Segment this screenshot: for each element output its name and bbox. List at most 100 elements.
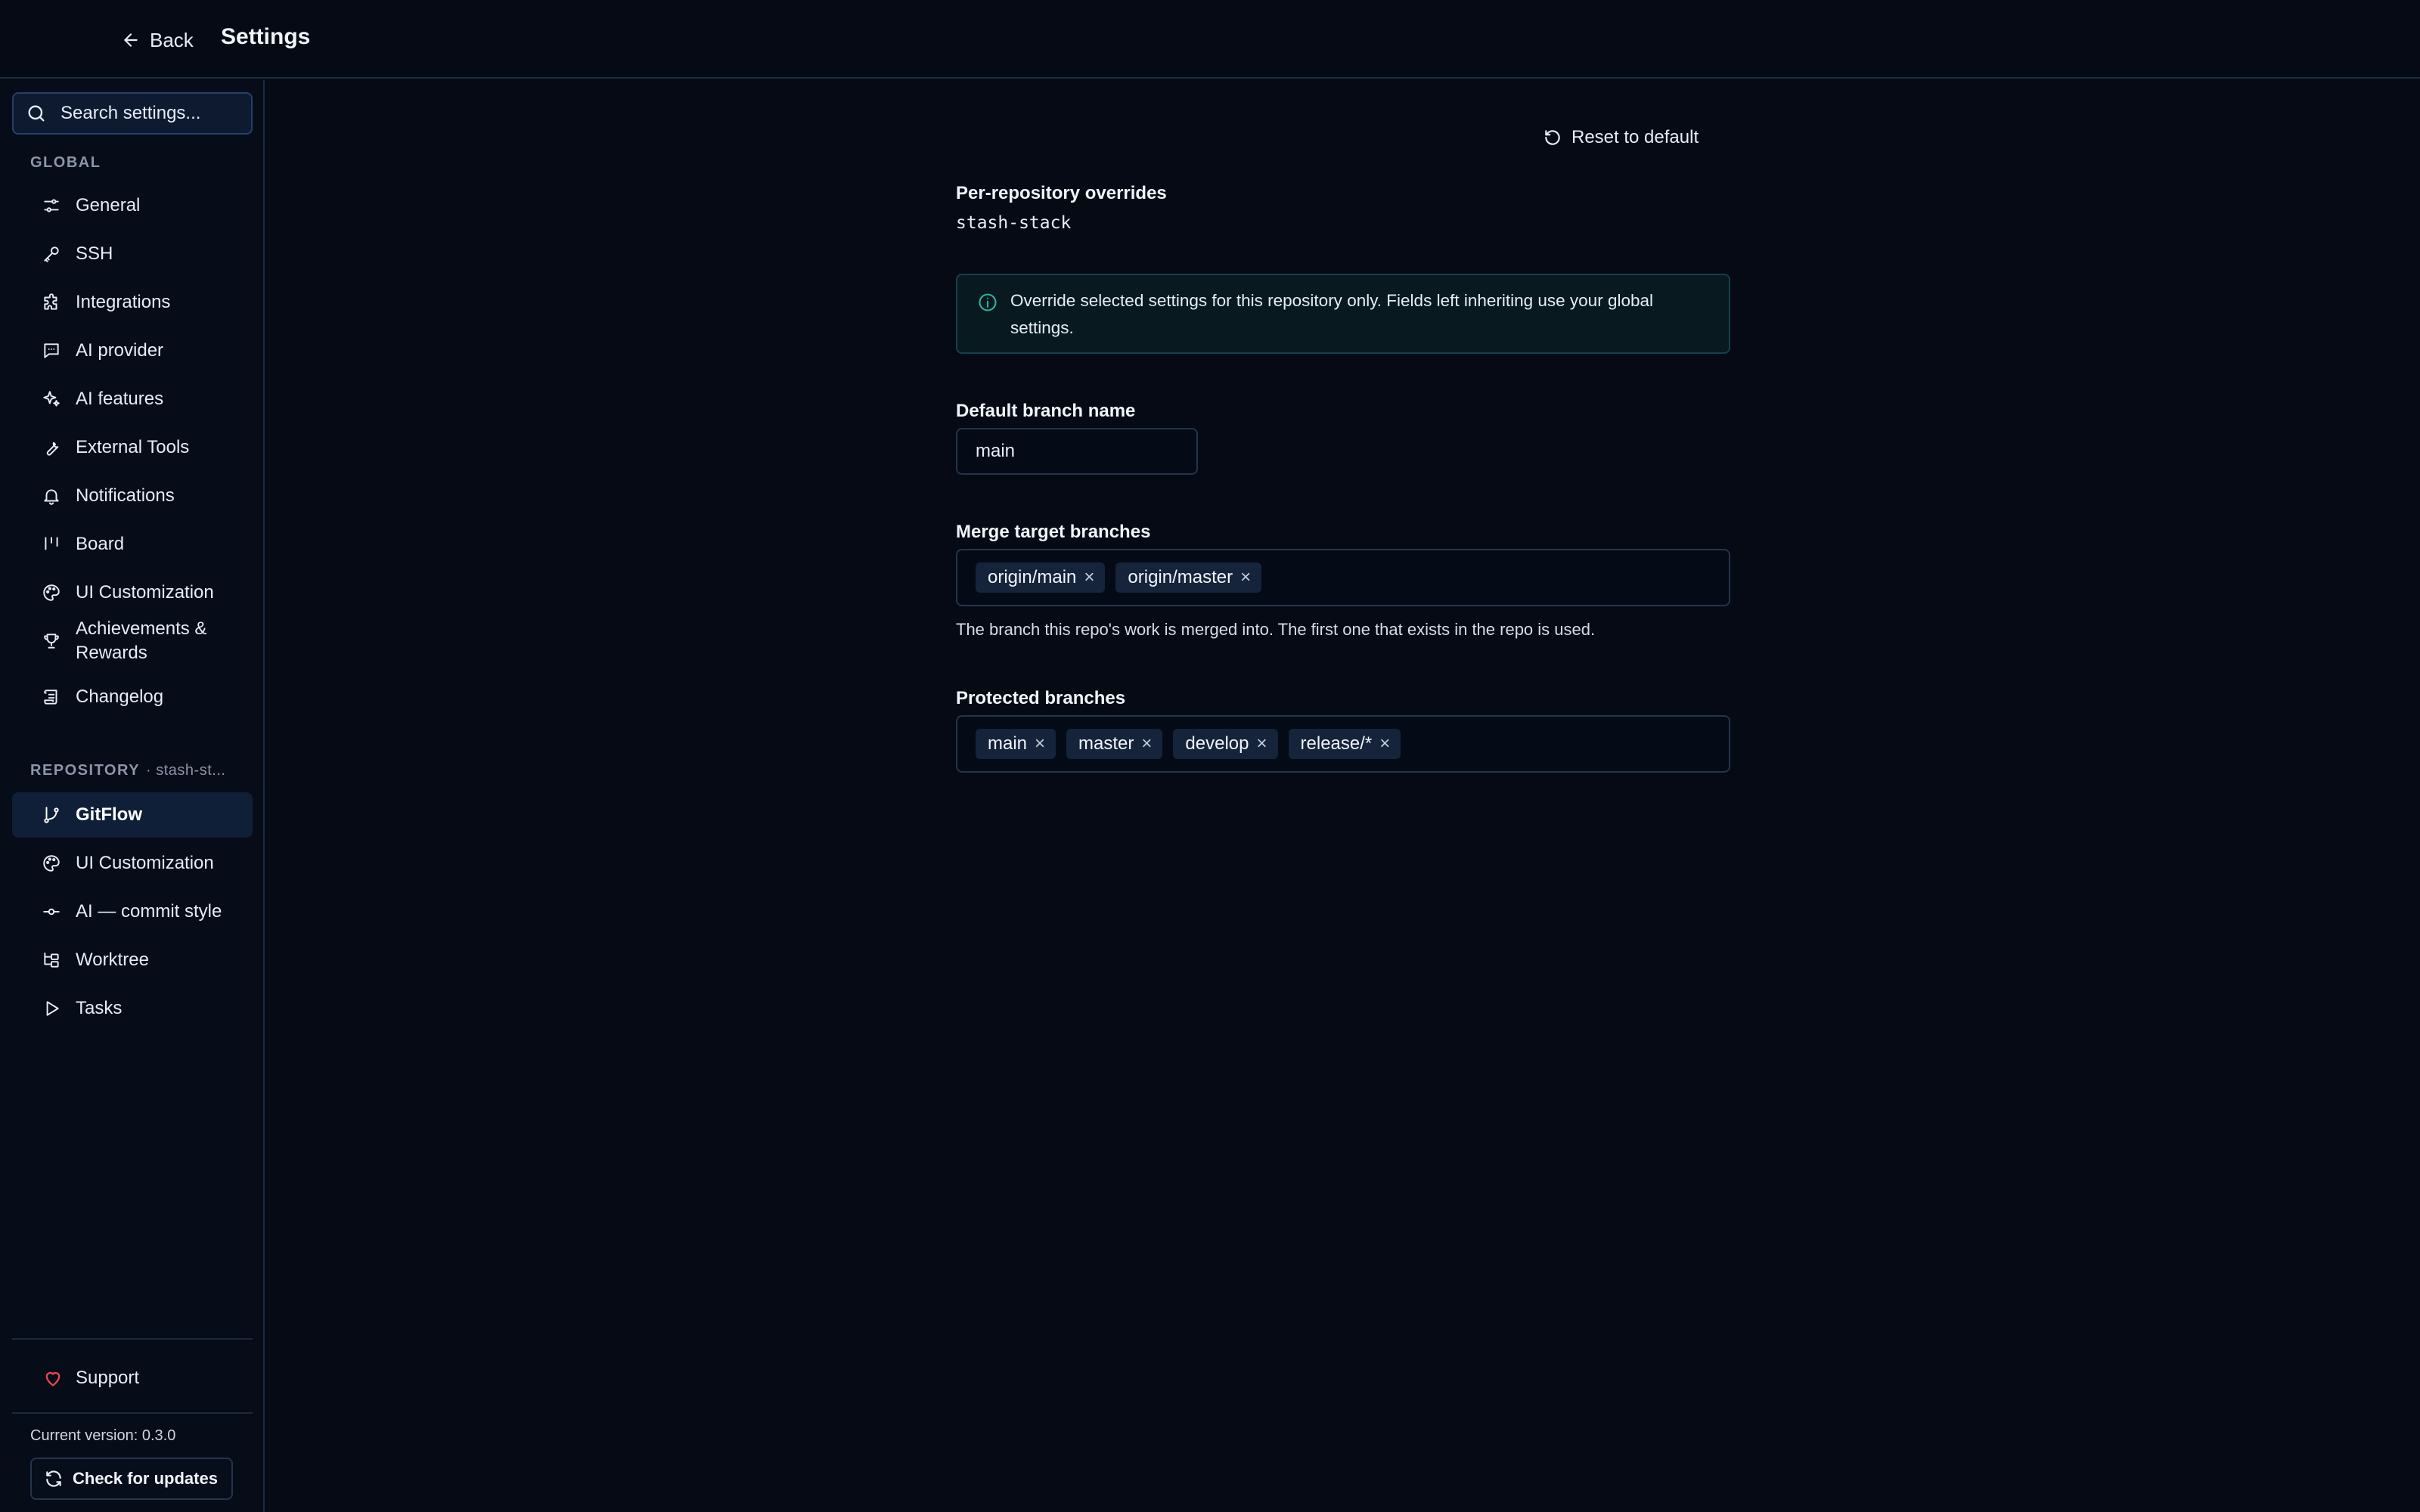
version-text: Current version: 0.3.0 xyxy=(30,1427,176,1444)
repository-name-truncated: · stash-st... xyxy=(146,762,226,779)
global-section-label: GLOBAL xyxy=(30,154,101,171)
info-callout: Override selected settings for this repo… xyxy=(956,274,1730,354)
chat-bubble-icon xyxy=(41,340,62,361)
sidebar-item-label: GitFlow xyxy=(76,804,142,825)
git-branch-icon xyxy=(41,804,62,826)
sidebar-item-ssh[interactable]: SSH xyxy=(12,231,253,277)
top-bar: Back Settings xyxy=(0,0,2420,79)
remove-tag-icon[interactable]: × xyxy=(1257,735,1267,753)
settings-app: Back Settings GLOBAL General SSH Integra… xyxy=(0,0,2420,1512)
sidebar-item-label: Achievements & Rewards xyxy=(76,618,207,663)
sidebar-divider xyxy=(12,1412,253,1414)
merge-targets-help: The branch this repo's work is merged in… xyxy=(956,620,1596,639)
check-updates-label: Check for updates xyxy=(73,1469,218,1488)
sidebar-item-label: Worktree xyxy=(76,950,149,970)
sidebar-item-label: Changelog xyxy=(76,686,164,707)
puzzle-icon xyxy=(41,292,62,313)
sidebar-item-label: UI Customization xyxy=(76,853,214,873)
sidebar-item-achievements[interactable]: Achievements & Rewards xyxy=(12,611,253,671)
tag-label: main xyxy=(988,733,1028,754)
board-columns-icon xyxy=(41,534,62,555)
check-updates-button[interactable]: Check for updates xyxy=(30,1458,233,1500)
sliders-icon xyxy=(41,195,62,216)
support-label: Support xyxy=(76,1368,140,1388)
folder-tree-icon xyxy=(41,950,62,971)
sidebar-item-label: Notifications xyxy=(76,485,175,506)
sidebar-item-changelog[interactable]: Changelog xyxy=(12,674,253,720)
search-icon xyxy=(28,105,45,122)
tag-chip: master × xyxy=(1066,729,1163,759)
sidebar-item-label: Tasks xyxy=(76,998,123,1018)
remove-tag-icon[interactable]: × xyxy=(1240,569,1251,587)
sidebar-item-tasks[interactable]: Tasks xyxy=(12,986,253,1031)
arrow-left-icon xyxy=(124,33,138,47)
scroll-icon xyxy=(41,686,62,708)
sidebar-item-label: Board xyxy=(76,534,125,554)
back-label: Back xyxy=(150,28,194,51)
sidebar-divider xyxy=(12,1338,253,1340)
tag-label: release/* xyxy=(1300,733,1373,754)
merge-targets-tag-input[interactable]: origin/main × origin/master × xyxy=(956,549,1730,606)
sidebar-item-label: AI provider xyxy=(76,340,164,361)
remove-tag-icon[interactable]: × xyxy=(1141,735,1152,753)
remove-tag-icon[interactable]: × xyxy=(1379,735,1390,753)
protected-branches-tag-input[interactable]: main × master × develop × release/* × xyxy=(956,715,1730,773)
sidebar-item-label: AI — commit style xyxy=(76,901,222,922)
play-icon xyxy=(41,998,62,1019)
wrench-icon xyxy=(41,437,62,458)
default-branch-label: Default branch name xyxy=(956,401,1136,421)
protected-branches-label: Protected branches xyxy=(956,688,1126,708)
sidebar-item-label: External Tools xyxy=(76,437,190,457)
sidebar-item-general[interactable]: General xyxy=(12,183,253,228)
settings-sidebar: GLOBAL General SSH Integrations AI provi… xyxy=(0,80,265,1512)
sidebar-item-label: General xyxy=(76,195,141,215)
sidebar-item-label: SSH xyxy=(76,243,113,264)
sidebar-item-notifications[interactable]: Notifications xyxy=(12,473,253,519)
sidebar-item-ai-features[interactable]: AI features xyxy=(12,376,253,422)
sidebar-item-label: UI Customization xyxy=(76,582,214,603)
info-icon xyxy=(979,293,997,311)
sparkles-icon xyxy=(41,389,62,410)
palette-icon xyxy=(41,582,62,603)
search-box xyxy=(12,92,253,135)
sidebar-item-integrations[interactable]: Integrations xyxy=(12,280,253,325)
search-input[interactable] xyxy=(60,94,242,133)
heart-icon xyxy=(45,1371,60,1387)
support-button[interactable]: Support xyxy=(12,1355,253,1402)
remove-tag-icon[interactable]: × xyxy=(1035,735,1045,753)
info-text: Override selected settings for this repo… xyxy=(1010,291,1653,337)
sidebar-item-ui-customization[interactable]: UI Customization xyxy=(12,570,253,615)
tag-label: origin/main xyxy=(988,567,1077,587)
sidebar-item-ai-commit-style[interactable]: AI — commit style xyxy=(12,889,253,934)
merge-targets-label: Merge target branches xyxy=(956,522,1151,542)
refresh-icon xyxy=(46,1470,61,1487)
tag-label: origin/master xyxy=(1128,567,1233,587)
sidebar-item-ai-provider[interactable]: AI provider xyxy=(12,328,253,373)
git-commit-icon xyxy=(41,901,62,922)
remove-tag-icon[interactable]: × xyxy=(1084,569,1094,587)
key-icon xyxy=(41,243,62,265)
tag-chip: main × xyxy=(976,729,1056,759)
tag-label: develop xyxy=(1185,733,1249,754)
reset-label: Reset to default xyxy=(1571,127,1699,147)
sidebar-item-label: Integrations xyxy=(76,292,171,312)
palette-icon xyxy=(41,853,62,874)
reset-icon xyxy=(1545,130,1560,145)
back-button[interactable]: Back xyxy=(121,26,194,54)
sidebar-item-gitflow[interactable]: GitFlow xyxy=(12,792,253,838)
bell-icon xyxy=(41,485,62,507)
tag-chip: develop × xyxy=(1173,729,1278,759)
tag-chip: release/* × xyxy=(1288,729,1401,759)
sidebar-item-repo-ui-customization[interactable]: UI Customization xyxy=(12,841,253,886)
sidebar-item-external-tools[interactable]: External Tools xyxy=(12,425,253,470)
sidebar-item-worktree[interactable]: Worktree xyxy=(12,937,253,983)
repository-name: stash-stack xyxy=(956,213,1072,233)
section-title: Per-repository overrides xyxy=(956,183,1167,203)
sidebar-item-label: AI features xyxy=(76,389,164,409)
sidebar-item-board[interactable]: Board xyxy=(12,522,253,567)
tag-label: master xyxy=(1078,733,1134,754)
trophy-icon xyxy=(41,631,62,652)
reset-to-default-button[interactable]: Reset to default xyxy=(1543,122,1699,153)
default-branch-input[interactable] xyxy=(956,428,1198,475)
tag-chip: origin/main × xyxy=(976,562,1106,593)
